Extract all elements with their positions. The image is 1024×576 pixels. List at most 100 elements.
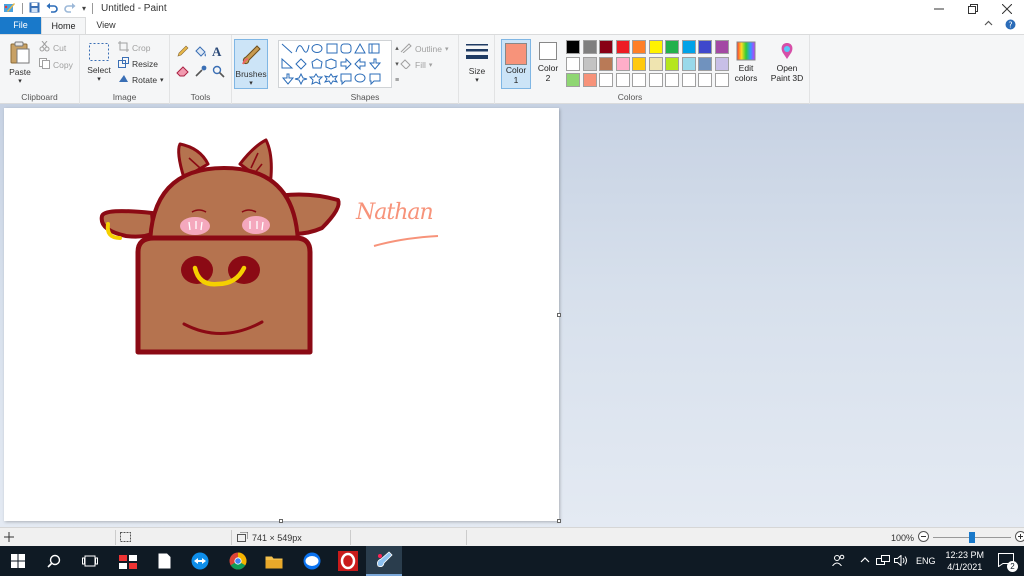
palette-swatch[interactable] (665, 73, 679, 87)
close-button[interactable] (990, 0, 1024, 17)
redo-icon[interactable] (64, 2, 76, 15)
canvas-resize-handle-right[interactable] (557, 313, 561, 317)
volume-icon[interactable] (893, 553, 908, 568)
input-language[interactable]: ENG (916, 556, 936, 566)
selection-size (120, 528, 131, 547)
chevron-up-icon[interactable]: ▴ (395, 44, 399, 52)
brushes-button[interactable]: Brushes ▾ (234, 39, 268, 89)
palette-swatch[interactable] (681, 40, 696, 54)
open-paint3d-button[interactable]: Open Paint 3D (767, 41, 807, 83)
system-tray: ENG 12:23 PM 4/1/2021 2 (832, 546, 1024, 576)
taskbar-app-teamviewer[interactable] (182, 546, 218, 576)
zoom-in-icon[interactable] (1015, 531, 1024, 544)
palette-swatch[interactable] (632, 40, 646, 54)
rotate-button[interactable]: Rotate ▾ (118, 73, 164, 86)
canvas-resize-handle-corner[interactable] (557, 519, 561, 523)
palette-swatch[interactable] (665, 40, 679, 54)
show-hidden-icons-icon[interactable] (860, 555, 870, 567)
palette-swatch[interactable] (615, 56, 630, 71)
palette-swatch[interactable] (698, 56, 712, 71)
palette-swatch[interactable] (566, 40, 580, 54)
clipboard-icon (9, 41, 31, 67)
restore-button[interactable] (956, 0, 990, 17)
taskbar-app-opera[interactable] (330, 546, 366, 576)
chevron-down-icon: ▾ (249, 80, 253, 87)
palette-swatch[interactable] (714, 40, 729, 54)
outline-button[interactable]: Outline ▾ (400, 42, 448, 55)
drawing-canvas[interactable]: Nathan (4, 108, 561, 523)
palette-swatch[interactable] (648, 40, 663, 54)
network-icon[interactable] (875, 555, 890, 567)
tab-view[interactable]: View (86, 17, 126, 34)
tab-file[interactable]: File (0, 17, 41, 34)
customize-quick-access-icon[interactable]: ▾ (82, 4, 86, 13)
palette-swatch[interactable] (665, 56, 679, 71)
palette-swatch[interactable] (615, 40, 630, 54)
palette-swatch[interactable] (615, 73, 630, 87)
taskbar-app-notepad[interactable] (146, 546, 182, 576)
palette-swatch[interactable] (681, 56, 696, 71)
palette-swatch[interactable] (582, 56, 597, 71)
color1-button[interactable]: Color 1 (501, 39, 531, 89)
palette-swatch[interactable] (566, 73, 580, 87)
palette-swatch[interactable] (599, 40, 613, 54)
people-icon[interactable] (832, 554, 846, 568)
resize-button[interactable]: Resize (118, 57, 158, 70)
notifications-button[interactable]: 2 (998, 553, 1018, 572)
taskbar-app-chrome[interactable] (220, 546, 256, 576)
search-button[interactable] (36, 546, 72, 576)
title-bar: ▾ Untitled - Paint (0, 0, 1024, 17)
fill-bucket-icon[interactable] (194, 45, 207, 60)
zoom-slider[interactable] (933, 532, 1012, 543)
crop-button[interactable]: Crop (118, 41, 150, 54)
select-button[interactable]: Select ▾ (85, 41, 113, 83)
taskbar-app-file-explorer[interactable] (256, 546, 292, 576)
palette-swatch[interactable] (566, 56, 580, 71)
taskbar-app-zalo[interactable] (294, 546, 330, 576)
pencil-icon[interactable] (176, 45, 189, 60)
paste-button[interactable]: Paste ▾ (6, 41, 34, 85)
fill-button[interactable]: Fill ▾ (400, 58, 432, 71)
palette-swatch[interactable] (681, 73, 696, 87)
palette-swatch[interactable] (599, 56, 613, 71)
palette-swatch[interactable] (632, 56, 646, 71)
palette-swatch[interactable] (648, 56, 663, 71)
edit-colors-button[interactable]: Edit colors (731, 41, 761, 83)
color2-button[interactable]: Color 2 (535, 42, 561, 83)
palette-swatch[interactable] (599, 73, 613, 87)
palette-swatch[interactable] (714, 56, 729, 71)
image-group-label: Image (112, 92, 137, 102)
task-view-button[interactable] (72, 546, 108, 576)
zoom-out-icon[interactable] (918, 531, 930, 544)
cut-button[interactable]: Cut (39, 40, 66, 54)
size-button[interactable]: Size ▾ (463, 42, 491, 84)
more-icon[interactable]: ≡ (395, 77, 399, 84)
palette-swatch[interactable] (582, 73, 597, 87)
zoom-slider-thumb[interactable] (969, 532, 976, 543)
help-icon[interactable]: ? (1005, 19, 1016, 33)
undo-icon[interactable] (46, 2, 58, 15)
palette-swatch[interactable] (698, 73, 712, 87)
color-picker-icon[interactable] (194, 65, 207, 80)
eraser-icon[interactable] (176, 65, 189, 80)
start-button[interactable] (0, 546, 36, 576)
canvas-resize-handle-bottom[interactable] (279, 519, 283, 523)
collapse-ribbon-icon[interactable] (984, 19, 993, 33)
text-tool-icon[interactable]: A (212, 44, 221, 60)
shapes-gallery[interactable] (278, 40, 392, 88)
tab-home[interactable]: Home (41, 17, 86, 34)
palette-swatch[interactable] (698, 40, 712, 54)
taskbar-app-paint[interactable] (366, 546, 402, 576)
palette-swatch[interactable] (632, 73, 646, 87)
palette-swatch[interactable] (714, 73, 729, 87)
minimize-button[interactable] (922, 0, 956, 17)
image-size: 741 × 549px (237, 528, 302, 547)
chevron-down-icon[interactable]: ▾ (395, 60, 399, 68)
taskbar-app-1[interactable] (110, 546, 146, 576)
copy-button[interactable]: Copy (39, 58, 73, 71)
magnifier-icon[interactable] (212, 65, 225, 80)
palette-swatch[interactable] (648, 73, 663, 87)
palette-swatch[interactable] (582, 40, 597, 54)
save-icon[interactable] (29, 2, 40, 15)
clock[interactable]: 12:23 PM 4/1/2021 (945, 549, 984, 573)
